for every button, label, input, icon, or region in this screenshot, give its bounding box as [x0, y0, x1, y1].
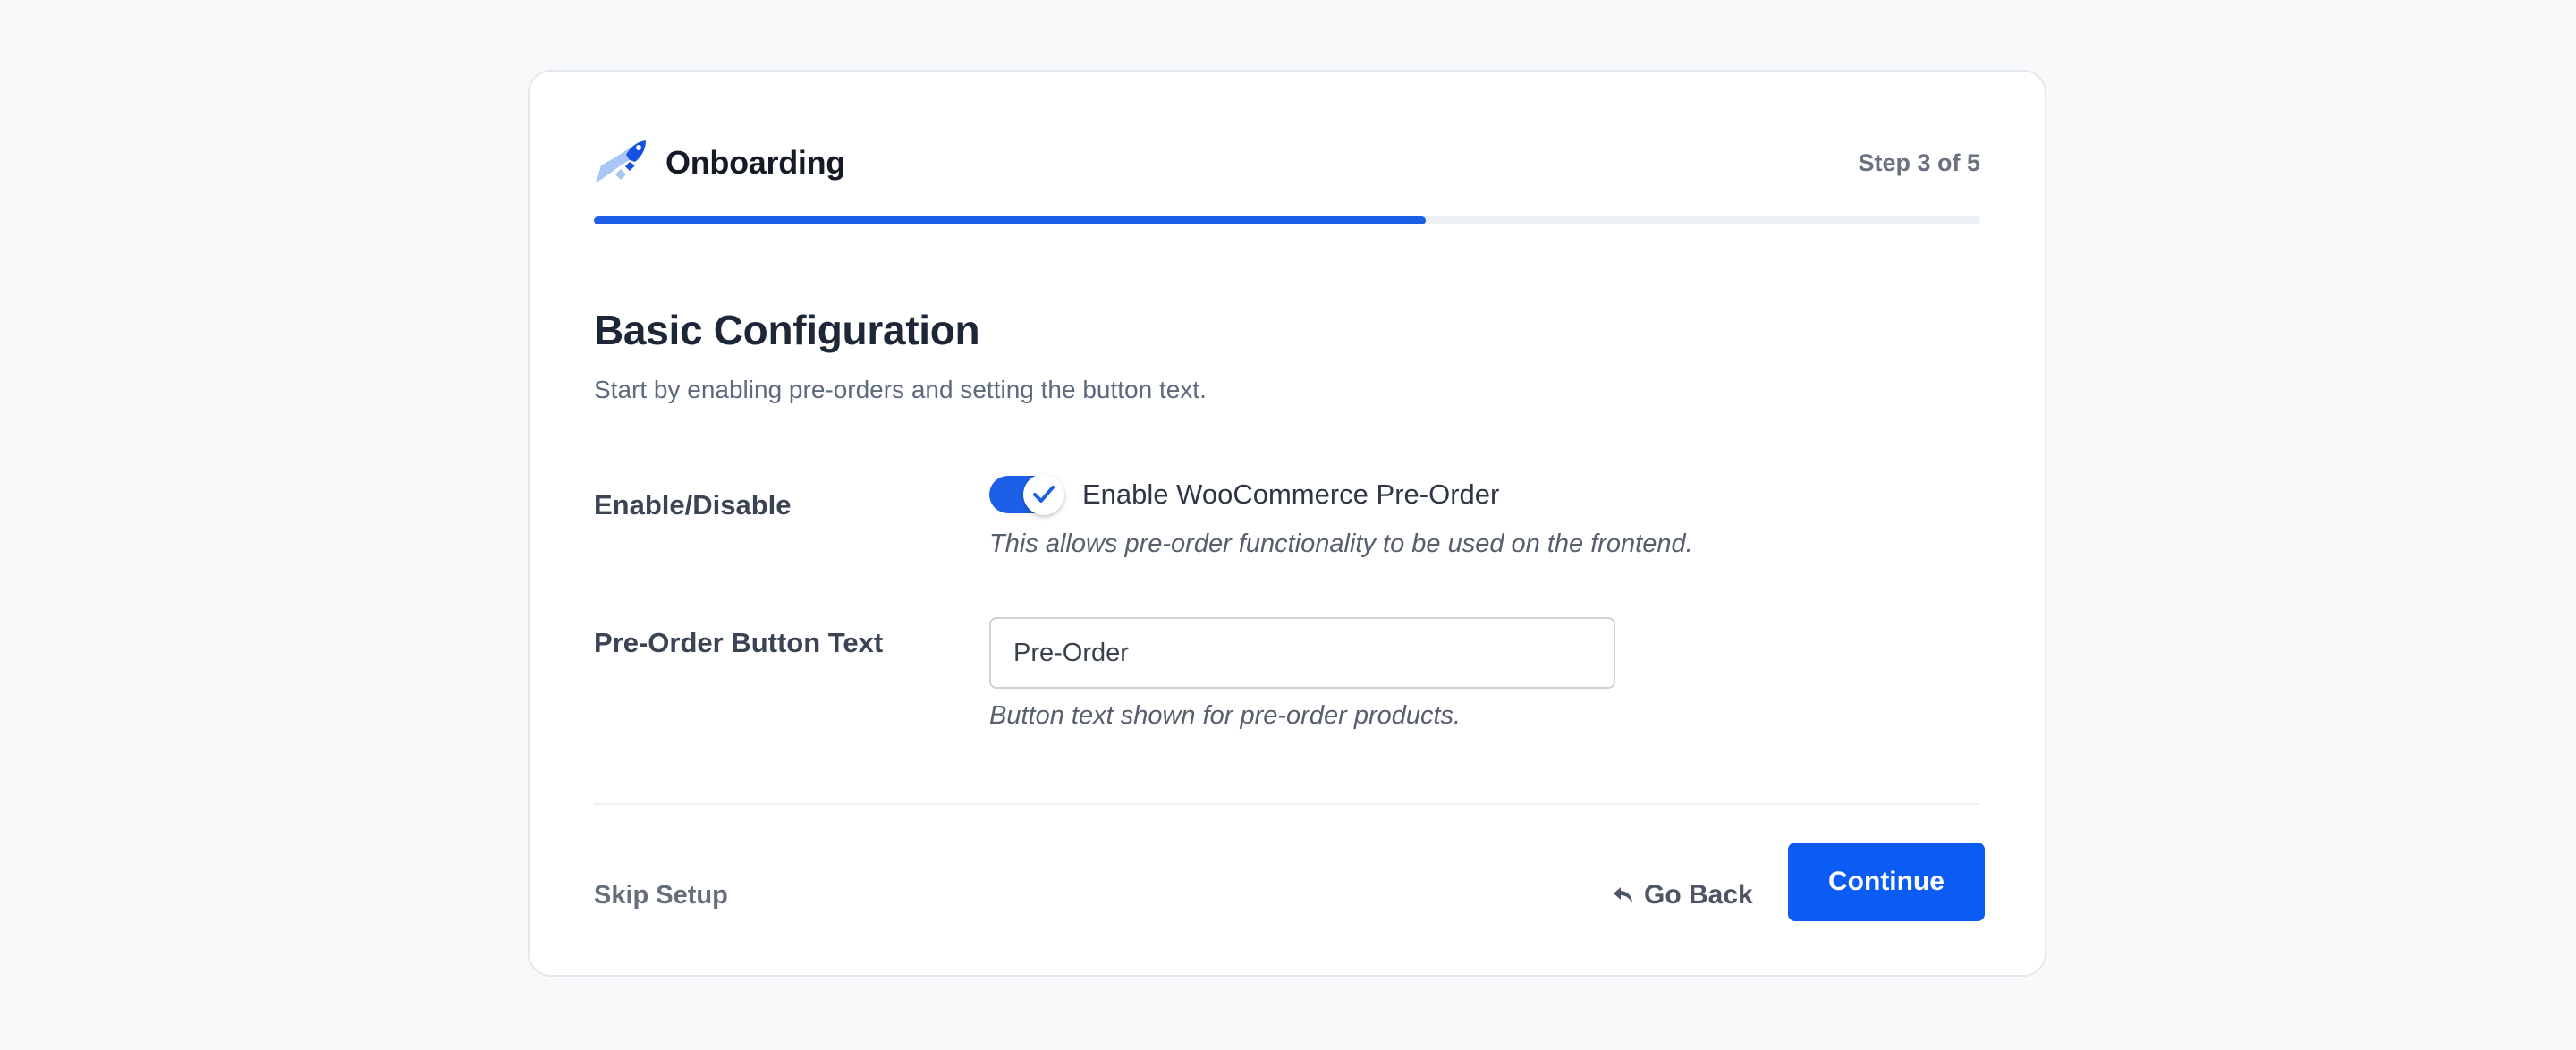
progress-bar: [594, 216, 1980, 224]
go-back-button[interactable]: Go Back: [1612, 876, 1753, 915]
button-text-label: Pre-Order Button Text: [594, 627, 884, 658]
continue-button[interactable]: Continue: [1788, 843, 1985, 921]
skip-setup-link[interactable]: Skip Setup: [594, 881, 728, 910]
step-indicator: Step 3 of 5: [1858, 148, 1980, 176]
progress-bar-fill: [594, 216, 1426, 224]
checkmark-icon: [1033, 486, 1055, 503]
button-text-help: Button text shown for pre-order products…: [989, 701, 1462, 730]
preorder-button-text-input[interactable]: [989, 617, 1615, 689]
enable-toggle-row: Enable WooCommerce Pre-Order: [989, 474, 1500, 515]
reply-arrow-icon: [1614, 887, 1632, 903]
header: Onboarding Step 3 of 5: [594, 138, 1980, 188]
enable-preorder-label: Enable WooCommerce Pre-Order: [1082, 478, 1500, 510]
brand: Onboarding: [594, 139, 845, 187]
app-title: Onboarding: [665, 144, 845, 181]
enable-disable-label: Enable/Disable: [594, 489, 792, 521]
onboarding-card: Onboarding Step 3 of 5 Basic Configurati…: [528, 70, 2046, 977]
enable-preorder-toggle[interactable]: [989, 474, 1064, 515]
toggle-knob: [1023, 474, 1064, 515]
footer-divider: [594, 803, 1980, 805]
section-title: Basic Configuration: [594, 307, 980, 353]
enable-help-text: This allows pre-order functionality to b…: [989, 529, 1693, 558]
go-back-label: Go Back: [1644, 880, 1753, 910]
section-description: Start by enabling pre-orders and setting…: [594, 376, 1207, 403]
rocket-icon: [596, 140, 646, 183]
